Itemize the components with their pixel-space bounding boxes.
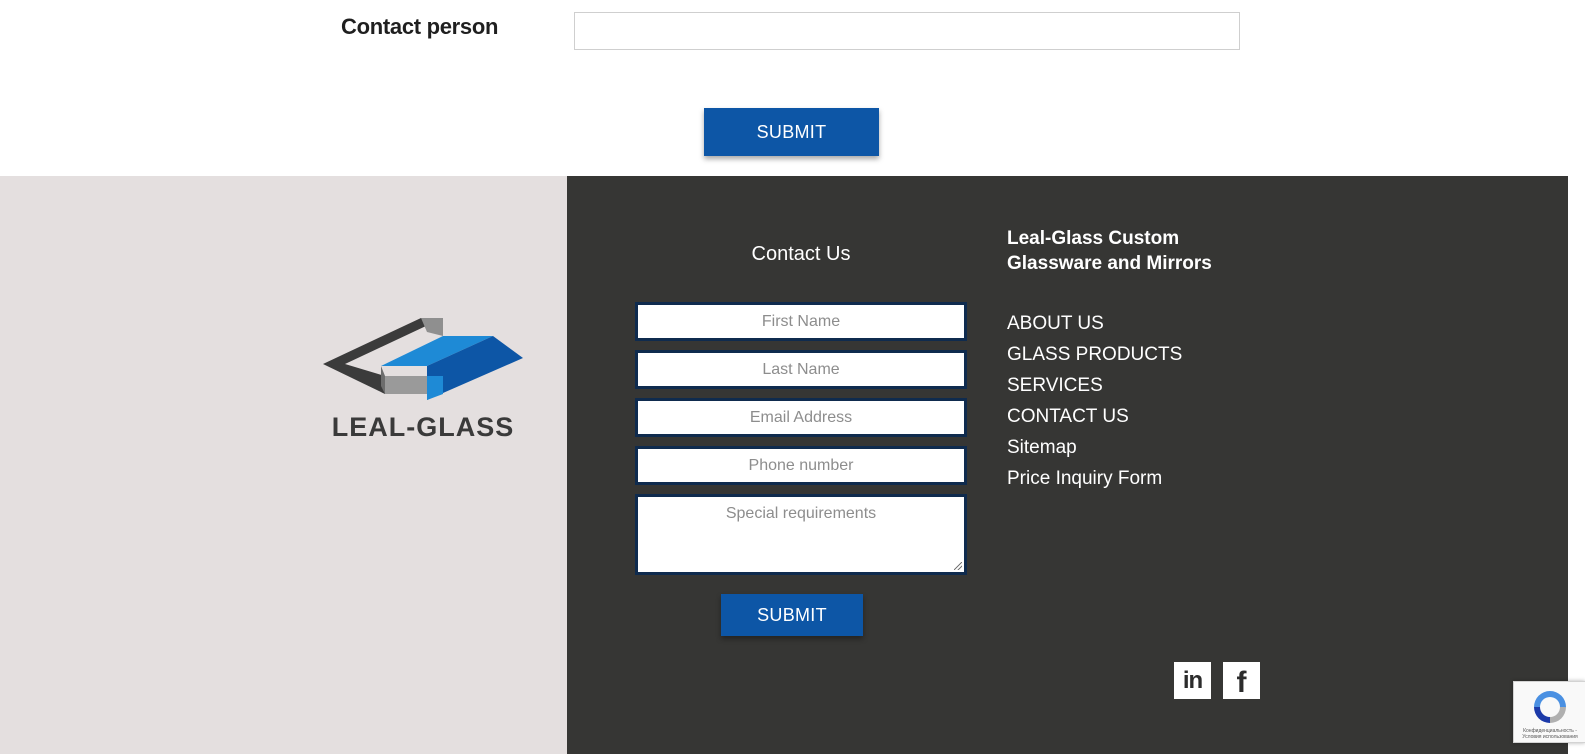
recaptcha-icon <box>1534 691 1566 723</box>
contact-person-input[interactable] <box>574 12 1240 50</box>
page-scrollbar-gutter <box>1568 0 1585 754</box>
first-name-input[interactable]: First Name <box>635 302 967 341</box>
leal-glass-logo[interactable]: LEAL-GLASS <box>323 318 523 443</box>
nav-sitemap[interactable]: Sitemap <box>1007 432 1182 463</box>
special-requirements-placeholder: Special requirements <box>725 505 877 522</box>
phone-input[interactable]: Phone number <box>635 446 967 485</box>
footer-nav: ABOUT US GLASS PRODUCTS SERVICES CONTACT… <box>1007 308 1182 494</box>
footer-submit-button[interactable]: SUBMIT <box>721 594 863 636</box>
linkedin-icon-glyph: in <box>1182 666 1203 694</box>
footer-brand-title: Leal-Glass Custom Glassware and Mirrors <box>1007 228 1212 274</box>
linkedin-icon[interactable]: in <box>1174 662 1211 699</box>
facebook-icon[interactable]: f <box>1223 662 1260 699</box>
nav-price-inquiry-form[interactable]: Price Inquiry Form <box>1007 463 1182 494</box>
email-input[interactable]: Email Address <box>635 398 967 437</box>
last-name-input[interactable]: Last Name <box>635 350 967 389</box>
nav-services[interactable]: SERVICES <box>1007 370 1182 401</box>
contact-person-label: Contact person <box>341 14 499 39</box>
footer-logo-panel <box>0 176 567 754</box>
nav-about-us[interactable]: ABOUT US <box>1007 308 1182 339</box>
special-requirements-textarea[interactable]: Special requirements <box>635 494 967 575</box>
contact-form-section: Contact person SUBMIT <box>0 0 1568 176</box>
recaptcha-links[interactable]: Конфиденциальность - Условия использован… <box>1516 728 1584 740</box>
facebook-icon-glyph: f <box>1236 665 1247 699</box>
recaptcha-badge[interactable]: Конфиденциальность - Условия использован… <box>1513 681 1585 743</box>
leal-glass-logo-mark <box>323 318 523 400</box>
resize-grip-icon[interactable] <box>954 562 962 570</box>
nav-contact-us[interactable]: CONTACT US <box>1007 401 1182 432</box>
logo-wordmark: LEAL-GLASS <box>331 412 515 442</box>
contact-us-heading: Contact Us <box>751 243 851 265</box>
submit-button[interactable]: SUBMIT <box>704 108 879 156</box>
nav-glass-products[interactable]: GLASS PRODUCTS <box>1007 339 1182 370</box>
